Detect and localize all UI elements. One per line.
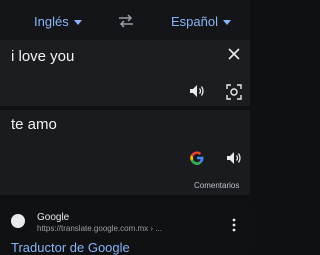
google-g-icon[interactable] (189, 150, 205, 166)
target-language-label: Español (171, 14, 218, 29)
close-icon[interactable] (227, 47, 241, 61)
result-site-name: Google (37, 212, 70, 223)
google-favicon-icon (11, 214, 25, 228)
swap-arrows-icon[interactable] (118, 14, 134, 28)
more-vert-icon[interactable] (232, 218, 236, 232)
result-title-link[interactable]: Traductor de Google (11, 240, 130, 255)
result-url[interactable]: https://translate.google.com.mx › ... (37, 224, 162, 233)
source-language-selector[interactable]: Inglés (34, 14, 82, 29)
chevron-down-icon (73, 19, 82, 25)
source-language-label: Inglés (34, 14, 69, 29)
translated-text: te amo (11, 116, 57, 133)
feedback-link[interactable]: Comentarios (194, 181, 239, 190)
speaker-icon[interactable] (226, 151, 242, 165)
chevron-down-icon (222, 19, 231, 25)
target-language-selector[interactable]: Español (171, 14, 231, 29)
lens-camera-icon[interactable] (226, 84, 242, 100)
source-text-input[interactable]: i love you (11, 48, 74, 65)
speaker-icon[interactable] (189, 84, 205, 98)
